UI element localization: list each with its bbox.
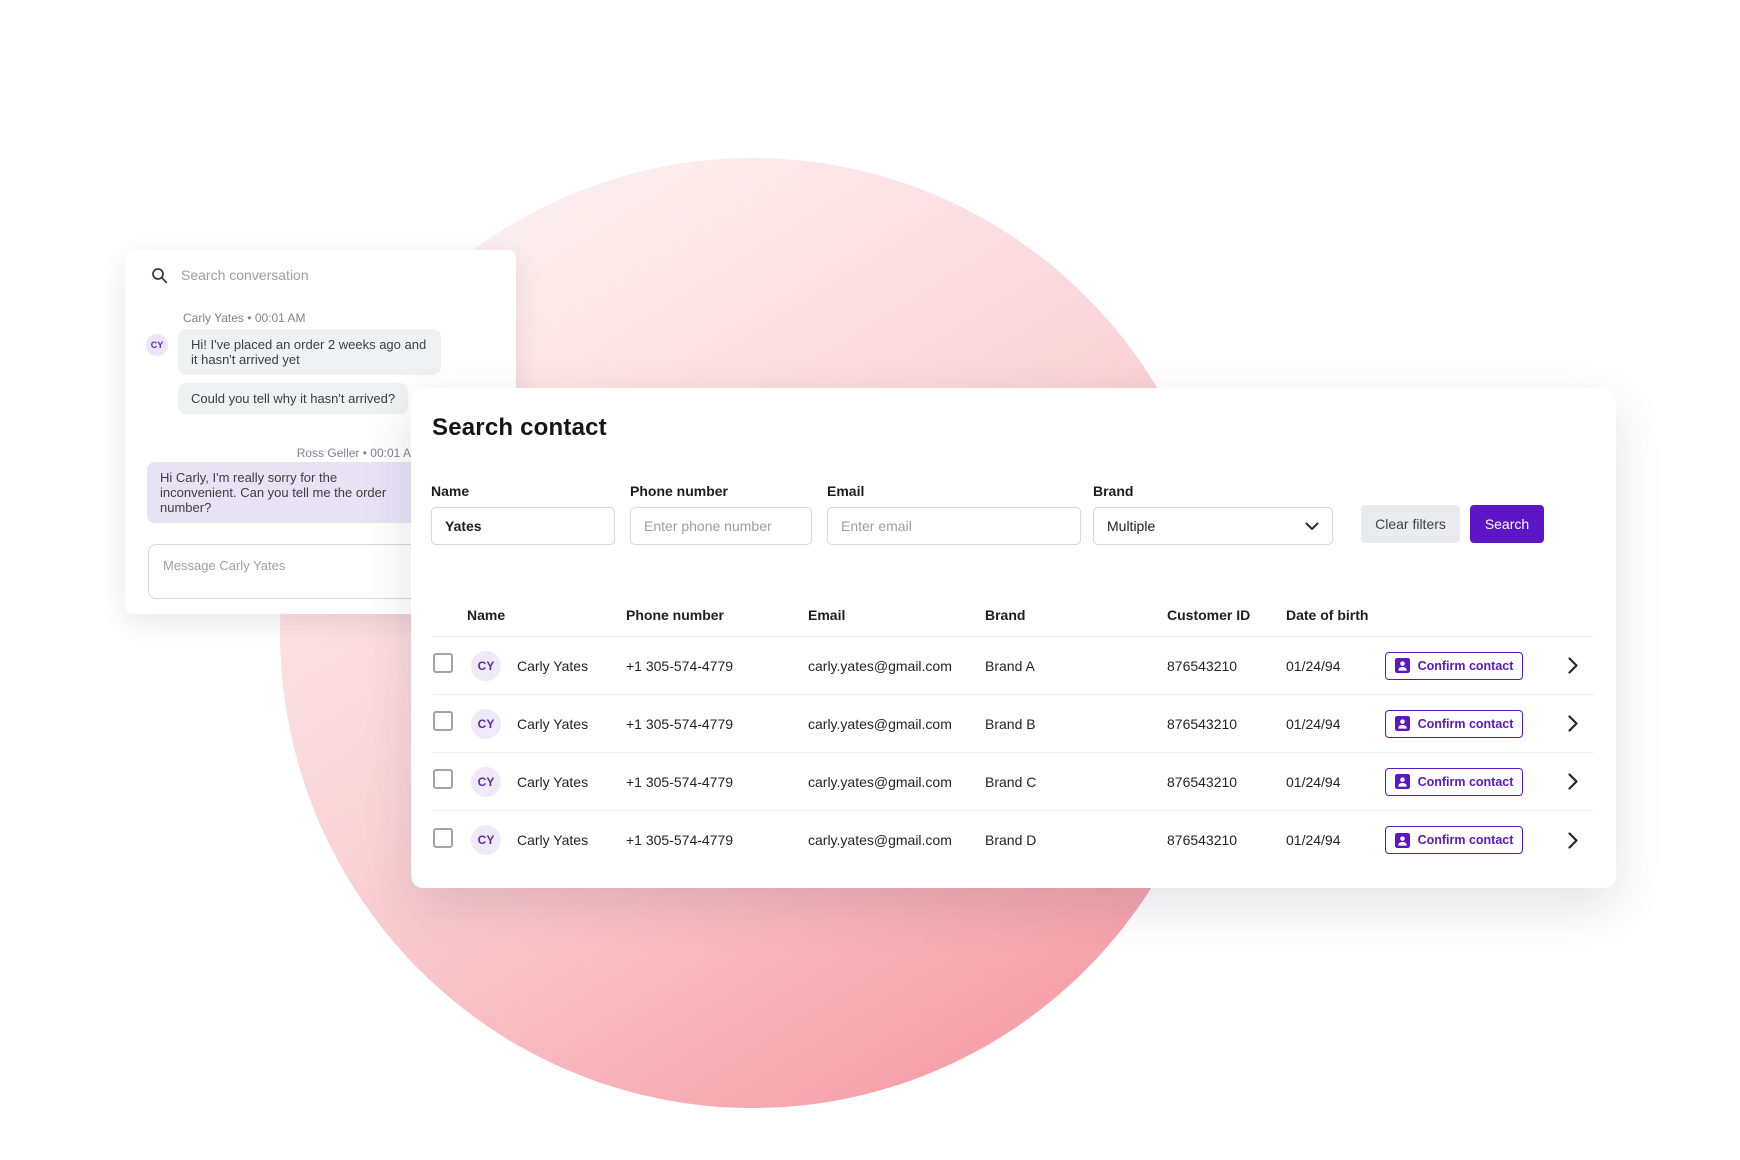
header-email: Email	[808, 607, 985, 623]
contact-dob: 01/24/94	[1286, 774, 1385, 790]
conversation-search-placeholder: Search conversation	[181, 267, 309, 283]
brand-label: Brand	[1093, 483, 1333, 499]
scene: Search conversation Carly Yates • 00:01 …	[0, 0, 1740, 1160]
contact-name: Carly Yates	[517, 774, 588, 790]
table-row[interactable]: CY Carly Yates +1 305-574-4779 carly.yat…	[433, 637, 1594, 695]
contact-phone: +1 305-574-4779	[626, 832, 808, 848]
row-expand[interactable]	[1551, 715, 1594, 732]
contact-brand: Brand D	[985, 832, 1167, 848]
row-checkbox[interactable]	[433, 711, 453, 731]
header-name: Name	[467, 607, 626, 623]
contact-card-icon	[1395, 658, 1410, 673]
email-label: Email	[827, 483, 1081, 499]
clear-filters-button[interactable]: Clear filters	[1361, 505, 1460, 543]
contact-dob: 01/24/94	[1286, 832, 1385, 848]
chevron-right-icon	[1568, 773, 1578, 790]
brand-field-group: Brand Multiple	[1093, 483, 1333, 545]
conversation-search-bar[interactable]: Search conversation	[151, 260, 500, 290]
contact-customer-id: 876543210	[1167, 716, 1286, 732]
avatar: CY	[471, 825, 501, 855]
contact-customer-id: 876543210	[1167, 832, 1286, 848]
contact-dob: 01/24/94	[1286, 716, 1385, 732]
table-body: CY Carly Yates +1 305-574-4779 carly.yat…	[433, 637, 1594, 869]
name-field-group: Name	[431, 483, 615, 545]
contact-email: carly.yates@gmail.com	[808, 832, 985, 848]
header-dob: Date of birth	[1286, 607, 1385, 623]
row-checkbox[interactable]	[433, 828, 453, 848]
brand-select[interactable]: Multiple	[1093, 507, 1333, 545]
contact-card-icon	[1395, 716, 1410, 731]
search-icon	[151, 267, 168, 284]
contact-brand: Brand B	[985, 716, 1167, 732]
contact-email: carly.yates@gmail.com	[808, 716, 985, 732]
message-meta-customer: Carly Yates • 00:01 AM	[183, 311, 306, 325]
avatar: CY	[471, 709, 501, 739]
email-input[interactable]	[827, 507, 1081, 545]
contact-name: Carly Yates	[517, 658, 588, 674]
contact-name: Carly Yates	[517, 832, 588, 848]
avatar: CY	[471, 767, 501, 797]
row-expand[interactable]	[1551, 832, 1594, 849]
header-brand: Brand	[985, 607, 1167, 623]
chevron-right-icon	[1568, 657, 1578, 674]
chevron-down-icon	[1305, 522, 1319, 531]
brand-select-value: Multiple	[1107, 518, 1155, 534]
contact-email: carly.yates@gmail.com	[808, 774, 985, 790]
search-button[interactable]: Search	[1470, 505, 1544, 543]
page-title: Search contact	[432, 414, 607, 442]
contact-phone: +1 305-574-4779	[626, 774, 808, 790]
table-row[interactable]: CY Carly Yates +1 305-574-4779 carly.yat…	[433, 811, 1594, 869]
results-table: Name Phone number Email Brand Customer I…	[433, 593, 1594, 869]
contact-dob: 01/24/94	[1286, 658, 1385, 674]
confirm-contact-button[interactable]: Confirm contact	[1385, 710, 1523, 738]
header-customer-id: Customer ID	[1167, 607, 1286, 623]
contact-card-icon	[1395, 774, 1410, 789]
confirm-contact-label: Confirm contact	[1418, 833, 1514, 847]
confirm-contact-button[interactable]: Confirm contact	[1385, 652, 1523, 680]
phone-label: Phone number	[630, 483, 812, 499]
chat-message-bubble: Hi Carly, I'm really sorry for the incon…	[147, 462, 419, 523]
table-row[interactable]: CY Carly Yates +1 305-574-4779 carly.yat…	[433, 753, 1594, 811]
contact-phone: +1 305-574-4779	[626, 716, 808, 732]
contact-brand: Brand C	[985, 774, 1167, 790]
confirm-contact-button[interactable]: Confirm contact	[1385, 826, 1523, 854]
row-expand[interactable]	[1551, 657, 1594, 674]
row-expand[interactable]	[1551, 773, 1594, 790]
confirm-contact-label: Confirm contact	[1418, 717, 1514, 731]
contact-card-icon	[1395, 833, 1410, 848]
avatar: CY	[146, 334, 168, 356]
table-header-row: Name Phone number Email Brand Customer I…	[433, 593, 1594, 637]
name-label: Name	[431, 483, 615, 499]
contact-email: carly.yates@gmail.com	[808, 658, 985, 674]
chat-message-bubble: Could you tell why it hasn't arrived?	[178, 383, 408, 414]
confirm-contact-label: Confirm contact	[1418, 659, 1514, 673]
search-contact-panel: Search contact Name Phone number Email B…	[411, 388, 1616, 888]
confirm-contact-button[interactable]: Confirm contact	[1385, 768, 1523, 796]
row-checkbox[interactable]	[433, 769, 453, 789]
table-row[interactable]: CY Carly Yates +1 305-574-4779 carly.yat…	[433, 695, 1594, 753]
message-meta-agent: Ross Geller • 00:01 AM	[183, 446, 421, 460]
header-phone: Phone number	[626, 607, 808, 623]
chevron-right-icon	[1568, 832, 1578, 849]
avatar: CY	[471, 651, 501, 681]
chat-message-bubble: Hi! I've placed an order 2 weeks ago and…	[178, 329, 441, 375]
name-input[interactable]	[431, 507, 615, 545]
confirm-contact-label: Confirm contact	[1418, 775, 1514, 789]
phone-input[interactable]	[630, 507, 812, 545]
contact-brand: Brand A	[985, 658, 1167, 674]
phone-field-group: Phone number	[630, 483, 812, 545]
row-checkbox[interactable]	[433, 653, 453, 673]
chevron-right-icon	[1568, 715, 1578, 732]
contact-customer-id: 876543210	[1167, 658, 1286, 674]
email-field-group: Email	[827, 483, 1081, 545]
contact-phone: +1 305-574-4779	[626, 658, 808, 674]
contact-customer-id: 876543210	[1167, 774, 1286, 790]
contact-name: Carly Yates	[517, 716, 588, 732]
